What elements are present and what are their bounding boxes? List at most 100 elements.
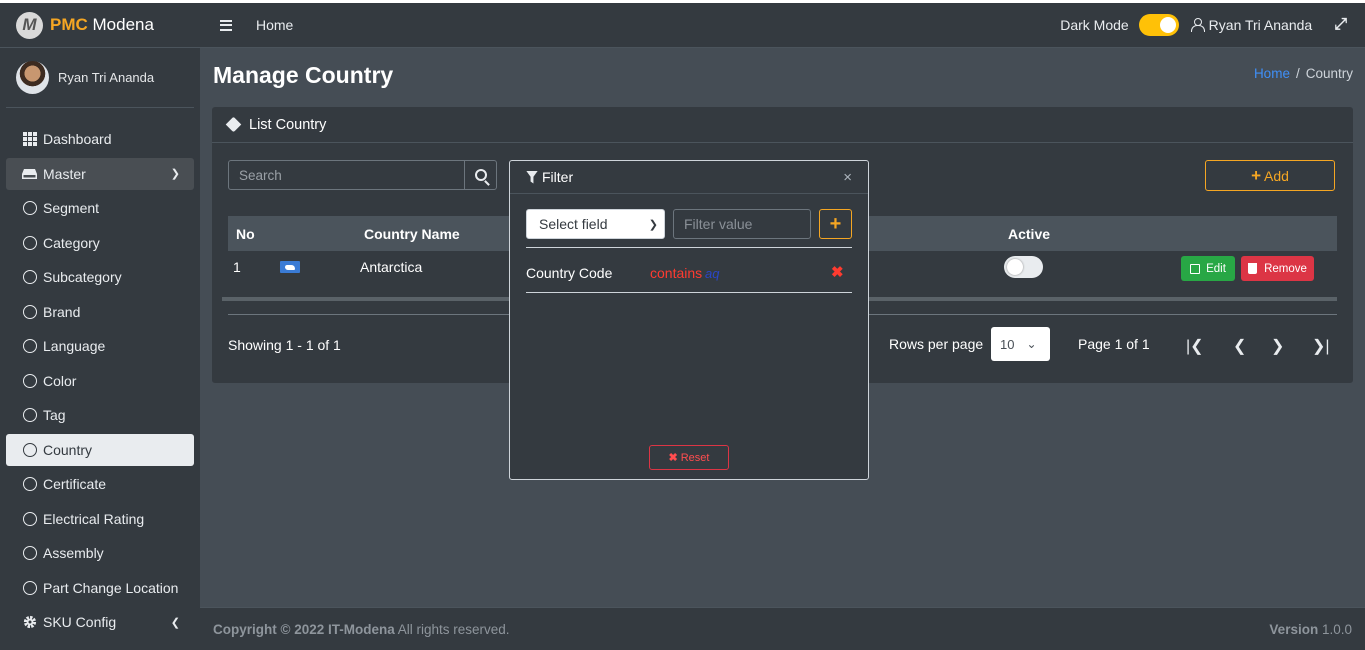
company-link[interactable]: IT-Modena [328,622,395,637]
breadcrumb: Home / Country [1254,66,1353,81]
chevron-down-icon: ⌄ [1026,337,1037,351]
divider [526,247,852,248]
sidebar-item-subcategory[interactable]: Subcategory [6,261,194,293]
card-header: List Country [212,107,1353,143]
breadcrumb-current: Country [1305,66,1353,81]
sidebar-item-language[interactable]: Language [6,330,194,362]
next-page-icon[interactable]: ❯ [1271,336,1284,356]
sidebar-item-label: Certificate [43,476,107,492]
last-page-icon[interactable]: ❯| [1312,336,1330,356]
footer-copyright: Copyright © 2022 IT-Modena All rights re… [213,622,510,637]
active-toggle[interactable] [1004,256,1043,278]
gear-icon [22,615,37,629]
rights-text: All rights reserved. [394,621,510,637]
edit-button[interactable]: Edit [1181,256,1235,281]
chevron-down-icon: ❯ [170,168,180,180]
rows-per-page-label: Rows per page [889,336,984,352]
sidebar-nav: Dashboard Master ❯ Segment Category Subc… [0,123,200,638]
filter-reset-button[interactable]: ✖ Reset [649,445,729,470]
circle-icon [22,270,37,284]
times-icon: ✖ [668,452,678,464]
first-page-icon[interactable]: |❮ [1186,336,1204,356]
sidebar-item-label: SKU Config [43,614,117,630]
circle-icon [22,408,37,422]
filter-title: Filter [542,169,574,185]
remove-rule-icon[interactable]: ✖ [831,263,844,281]
search-input[interactable] [229,161,464,189]
sidebar-item-dashboard[interactable]: Dashboard [6,123,194,155]
column-header-active[interactable]: Active [1008,226,1050,242]
filter-add-button[interactable]: + [819,209,852,239]
search-box [228,160,497,190]
circle-icon [22,546,37,560]
add-button-label: Add [1264,167,1289,184]
brand[interactable]: M PMC Modena [0,3,200,48]
sidebar-item-label: Segment [43,200,100,216]
column-header-no[interactable]: No [236,226,255,242]
circle-icon [22,511,37,526]
circle-icon [22,442,37,457]
page-info: Page 1 of 1 [1078,336,1150,352]
trash-icon [1248,263,1258,274]
remove-button[interactable]: Remove [1241,256,1314,281]
antarctica-flag-icon [280,261,300,273]
sidebar-item-color[interactable]: Color [6,365,194,397]
reset-label: Reset [680,451,710,464]
filter-field-select-value: Select field [539,216,608,232]
sidebar-item-part-change-location[interactable]: Part Change Location [6,572,194,604]
sidebar-item-label: Subcategory [43,269,122,285]
navbar-user-name[interactable]: Ryan Tri Ananda [1209,17,1313,33]
sidebar-item-label: Tag [43,407,66,423]
chevron-down-icon: ❯ [648,218,658,231]
sidebar: M PMC Modena Ryan Tri Ananda Dashboard M… [0,3,200,650]
sidebar-item-label: Category [43,234,100,251]
user-panel[interactable]: Ryan Tri Ananda [6,48,194,108]
search-icon [474,169,487,181]
breadcrumb-home-link[interactable]: Home [1254,66,1290,81]
circle-icon [22,477,37,491]
sidebar-item-label: Country [43,441,93,458]
sidebar-item-label: Master [43,165,86,182]
footer-version: Version 1.0.0 [1269,622,1352,637]
fullscreen-expand-icon[interactable]: ⤢ [1334,16,1347,34]
navbar-home-link[interactable]: Home [256,17,293,33]
hamburger-menu-icon[interactable] [220,19,232,31]
sidebar-item-category[interactable]: Category [6,227,194,259]
filter-icon [526,170,538,184]
sidebar-item-electrical-rating[interactable]: Electrical Rating [6,503,194,535]
circle-icon [22,235,37,250]
brand-logo-icon: M [16,11,43,39]
edit-icon [1190,263,1201,274]
sidebar-item-country[interactable]: Country [6,433,194,466]
version-label: Version [1269,621,1319,637]
filter-rule-field: Country Code [526,265,613,281]
showing-count: Showing 1 - 1 of 1 [228,337,341,353]
search-button[interactable] [464,161,496,189]
filter-value-input[interactable]: Filter value [673,209,811,239]
footer: Copyright © 2022 IT-Modena All rights re… [200,607,1365,650]
sidebar-item-certificate[interactable]: Certificate [6,468,194,500]
sidebar-item-master[interactable]: Master ❯ [6,157,194,190]
dark-mode-toggle[interactable] [1138,14,1179,36]
sidebar-item-segment[interactable]: Segment [6,192,194,224]
divider [526,292,852,293]
column-header-country-name[interactable]: Country Name [364,226,460,242]
sidebar-item-assembly[interactable]: Assembly [6,537,194,569]
filter-rule-value: aq [705,266,720,281]
circle-icon [22,580,37,595]
page-title: Manage Country [213,62,394,88]
circle-icon [22,304,37,319]
sidebar-item-label: Dashboard [43,131,112,147]
filter-field-select[interactable]: Select field ❯ [526,209,665,239]
previous-page-icon[interactable]: ❮ [1233,336,1246,356]
sidebar-item-sku-config[interactable]: SKU Config ❮ [6,606,194,638]
circle-icon [22,373,37,388]
chevron-left-icon: ❮ [170,616,180,629]
add-button[interactable]: + Add [1205,160,1335,191]
rows-per-page-select[interactable]: 10 ⌄ [991,327,1050,361]
sidebar-item-brand[interactable]: Brand [6,296,194,328]
sidebar-item-tag[interactable]: Tag [6,399,194,431]
sidebar-item-label: Brand [43,303,81,320]
close-icon[interactable]: × [843,169,852,186]
filter-header: Filter × [510,161,868,194]
